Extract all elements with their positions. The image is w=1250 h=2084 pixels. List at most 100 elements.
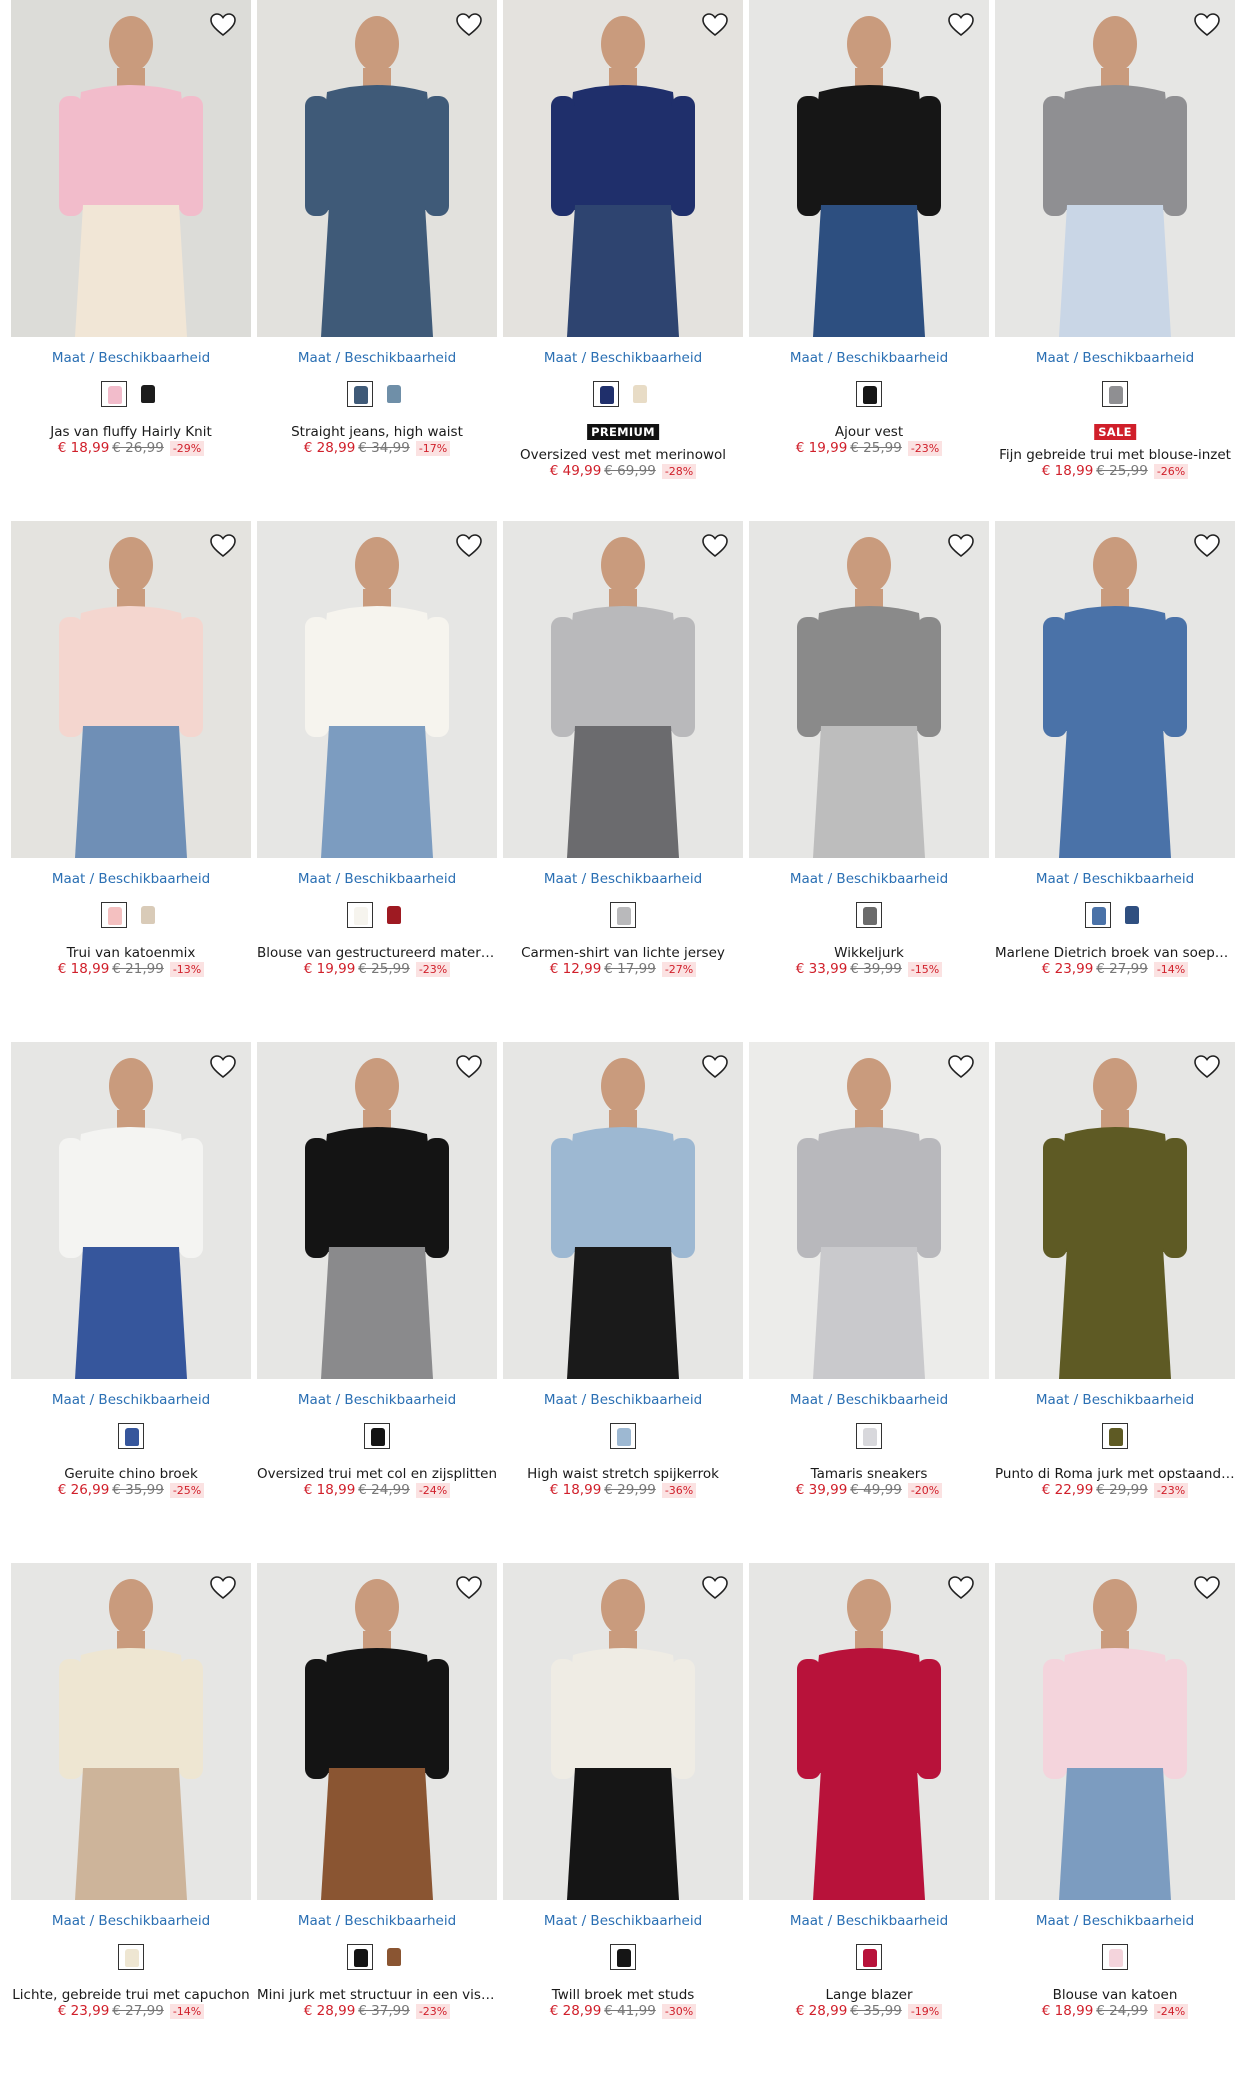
product-name[interactable]: Lichte, gebreide trui met capuchon bbox=[11, 1987, 251, 2003]
size-availability-link[interactable]: Maat / Beschikbaarheid bbox=[11, 871, 251, 887]
product-name[interactable]: Fijn gebreide trui met blouse-inzet bbox=[995, 447, 1235, 463]
color-swatch-selected[interactable] bbox=[610, 1423, 636, 1449]
product-name[interactable]: Blouse van katoen bbox=[995, 1987, 1235, 2003]
product-image[interactable] bbox=[257, 1042, 497, 1379]
color-swatch[interactable] bbox=[627, 381, 653, 407]
color-swatch-selected[interactable] bbox=[1102, 1944, 1128, 1970]
product-image[interactable] bbox=[995, 1563, 1235, 1900]
product-card[interactable]: Maat / Beschikbaarheid Ajour vest € 19,99 €… bbox=[749, 0, 989, 521]
color-swatch-selected[interactable] bbox=[856, 1944, 882, 1970]
color-swatch[interactable] bbox=[1119, 902, 1145, 928]
size-availability-link[interactable]: Maat / Beschikbaarheid bbox=[11, 1913, 251, 1929]
product-image[interactable] bbox=[257, 0, 497, 337]
color-swatch[interactable] bbox=[135, 381, 161, 407]
product-name[interactable]: Ajour vest bbox=[749, 424, 989, 440]
wishlist-heart-icon[interactable] bbox=[699, 1052, 731, 1082]
color-swatch-selected[interactable] bbox=[610, 902, 636, 928]
product-image[interactable] bbox=[503, 0, 743, 337]
wishlist-heart-icon[interactable] bbox=[1191, 10, 1223, 40]
size-availability-link[interactable]: Maat / Beschikbaarheid bbox=[749, 1913, 989, 1929]
color-swatch-selected[interactable] bbox=[1085, 902, 1111, 928]
product-card[interactable]: Maat / Beschikbaarheid PREMIUM Oversized v… bbox=[503, 0, 743, 521]
product-card[interactable]: Maat / Beschikbaarheid SALE Fijn gebreide … bbox=[995, 0, 1235, 521]
color-swatch[interactable] bbox=[135, 902, 161, 928]
product-name[interactable]: Oversized vest met merinowol bbox=[503, 447, 743, 463]
size-availability-link[interactable]: Maat / Beschikbaarheid bbox=[995, 1392, 1235, 1408]
product-name[interactable]: Tamaris sneakers bbox=[749, 1466, 989, 1482]
product-image[interactable] bbox=[995, 521, 1235, 858]
product-card[interactable]: Maat / Beschikbaarheid Carmen-shirt van l… bbox=[503, 521, 743, 1042]
product-name[interactable]: Straight jeans, high waist bbox=[257, 424, 497, 440]
wishlist-heart-icon[interactable] bbox=[453, 1052, 485, 1082]
product-name[interactable]: Wikkeljurk bbox=[749, 945, 989, 961]
product-image[interactable] bbox=[995, 1042, 1235, 1379]
color-swatch-selected[interactable] bbox=[856, 902, 882, 928]
product-name[interactable]: Trui van katoenmix bbox=[11, 945, 251, 961]
wishlist-heart-icon[interactable] bbox=[699, 1573, 731, 1603]
wishlist-heart-icon[interactable] bbox=[699, 531, 731, 561]
product-card[interactable]: Maat / Beschikbaarheid Oversized trui met… bbox=[257, 1042, 497, 1563]
product-image[interactable] bbox=[995, 0, 1235, 337]
color-swatch[interactable] bbox=[381, 381, 407, 407]
product-image[interactable] bbox=[11, 1563, 251, 1900]
product-card[interactable]: Maat / Beschikbaarheid Mini jurk met stru… bbox=[257, 1563, 497, 2084]
product-card[interactable]: Maat / Beschikbaarheid Twill broek met st… bbox=[503, 1563, 743, 2084]
product-image[interactable] bbox=[257, 1563, 497, 1900]
size-availability-link[interactable]: Maat / Beschikbaarheid bbox=[503, 1913, 743, 1929]
product-card[interactable]: Maat / Beschikbaarheid Tamaris sneakers € … bbox=[749, 1042, 989, 1563]
size-availability-link[interactable]: Maat / Beschikbaarheid bbox=[749, 350, 989, 366]
wishlist-heart-icon[interactable] bbox=[207, 531, 239, 561]
product-card[interactable]: Maat / Beschikbaarheid High waist stretch… bbox=[503, 1042, 743, 1563]
product-image[interactable] bbox=[749, 1563, 989, 1900]
product-image[interactable] bbox=[503, 1042, 743, 1379]
product-image[interactable] bbox=[257, 521, 497, 858]
size-availability-link[interactable]: Maat / Beschikbaarheid bbox=[749, 1392, 989, 1408]
product-card[interactable]: Maat / Beschikbaarheid Blouse van katoen €… bbox=[995, 1563, 1235, 2084]
color-swatch-selected[interactable] bbox=[1102, 1423, 1128, 1449]
wishlist-heart-icon[interactable] bbox=[699, 10, 731, 40]
wishlist-heart-icon[interactable] bbox=[207, 1573, 239, 1603]
wishlist-heart-icon[interactable] bbox=[1191, 1052, 1223, 1082]
wishlist-heart-icon[interactable] bbox=[453, 10, 485, 40]
product-name[interactable]: Marlene Dietrich broek van soepelvallend… bbox=[995, 945, 1235, 961]
product-name[interactable]: Blouse van gestructureerd materiaal bbox=[257, 945, 497, 961]
color-swatch[interactable] bbox=[381, 902, 407, 928]
product-name[interactable]: Punto di Roma jurk met opstaande kraag bbox=[995, 1466, 1235, 1482]
product-name[interactable]: Oversized trui met col en zijsplitten bbox=[257, 1466, 497, 1482]
size-availability-link[interactable]: Maat / Beschikbaarheid bbox=[503, 1392, 743, 1408]
size-availability-link[interactable]: Maat / Beschikbaarheid bbox=[257, 871, 497, 887]
wishlist-heart-icon[interactable] bbox=[1191, 531, 1223, 561]
product-card[interactable]: Maat / Beschikbaarheid Wikkeljurk € 33,99 €… bbox=[749, 521, 989, 1042]
product-image[interactable] bbox=[749, 1042, 989, 1379]
wishlist-heart-icon[interactable] bbox=[453, 1573, 485, 1603]
size-availability-link[interactable]: Maat / Beschikbaarheid bbox=[11, 350, 251, 366]
product-image[interactable] bbox=[749, 0, 989, 337]
product-name[interactable]: Geruite chino broek bbox=[11, 1466, 251, 1482]
product-name[interactable]: Carmen-shirt van lichte jersey bbox=[503, 945, 743, 961]
color-swatch-selected[interactable] bbox=[856, 1423, 882, 1449]
size-availability-link[interactable]: Maat / Beschikbaarheid bbox=[995, 1913, 1235, 1929]
size-availability-link[interactable]: Maat / Beschikbaarheid bbox=[749, 871, 989, 887]
wishlist-heart-icon[interactable] bbox=[207, 10, 239, 40]
color-swatch-selected[interactable] bbox=[101, 381, 127, 407]
color-swatch[interactable] bbox=[381, 1944, 407, 1970]
color-swatch-selected[interactable] bbox=[347, 381, 373, 407]
product-card[interactable]: Maat / Beschikbaarheid Lange blazer € 28,9… bbox=[749, 1563, 989, 2084]
size-availability-link[interactable]: Maat / Beschikbaarheid bbox=[257, 1392, 497, 1408]
color-swatch-selected[interactable] bbox=[610, 1944, 636, 1970]
color-swatch-selected[interactable] bbox=[1102, 381, 1128, 407]
product-image[interactable] bbox=[11, 0, 251, 337]
size-availability-link[interactable]: Maat / Beschikbaarheid bbox=[995, 871, 1235, 887]
size-availability-link[interactable]: Maat / Beschikbaarheid bbox=[257, 1913, 497, 1929]
color-swatch-selected[interactable] bbox=[347, 902, 373, 928]
product-name[interactable]: Lange blazer bbox=[749, 1987, 989, 2003]
size-availability-link[interactable]: Maat / Beschikbaarheid bbox=[995, 350, 1235, 366]
product-card[interactable]: Maat / Beschikbaarheid Geruite chino broe… bbox=[11, 1042, 251, 1563]
product-card[interactable]: Maat / Beschikbaarheid Straight jeans, hi… bbox=[257, 0, 497, 521]
size-availability-link[interactable]: Maat / Beschikbaarheid bbox=[503, 871, 743, 887]
color-swatch-selected[interactable] bbox=[101, 902, 127, 928]
wishlist-heart-icon[interactable] bbox=[1191, 1573, 1223, 1603]
color-swatch-selected[interactable] bbox=[118, 1423, 144, 1449]
product-name[interactable]: Twill broek met studs bbox=[503, 1987, 743, 2003]
color-swatch-selected[interactable] bbox=[347, 1944, 373, 1970]
